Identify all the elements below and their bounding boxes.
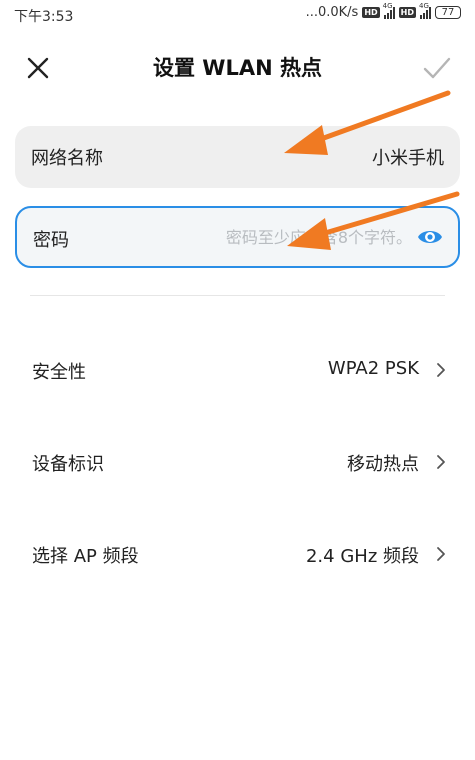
network-type: 4G — [382, 1, 393, 10]
password-input[interactable] — [127, 222, 412, 252]
device-id-row[interactable]: 设备标识 移动热点 — [0, 434, 475, 490]
status-indicators: ...0.0K/s HD 4G HD 4G 77 — [305, 2, 461, 20]
network-type-2: 4G — [419, 1, 429, 10]
hd-badge-2: HD — [398, 7, 416, 18]
status-bar: 下午3:53 ...0.0K/s HD 4G HD 4G 77 — [0, 0, 475, 30]
check-icon — [423, 57, 451, 79]
title-bar: 设置 WLAN 热点 — [0, 40, 475, 92]
chevron-right-icon — [437, 547, 445, 561]
signal-icon: 4G — [383, 2, 395, 19]
chevron-right-icon — [437, 455, 445, 469]
device-id-label: 设备标识 — [32, 454, 104, 475]
security-label: 安全性 — [32, 362, 86, 383]
page-title: 设置 WLAN 热点 — [153, 56, 322, 80]
confirm-button[interactable] — [421, 52, 453, 84]
ap-band-label: 选择 AP 频段 — [32, 546, 139, 567]
password-label: 密码 — [33, 230, 69, 251]
network-speed: ...0.0K/s — [305, 5, 359, 20]
eye-icon — [418, 231, 442, 243]
show-password-button[interactable] — [416, 225, 444, 249]
ap-band-row[interactable]: 选择 AP 频段 2.4 GHz 频段 — [0, 526, 475, 582]
network-name-value: 小米手机 — [372, 148, 444, 169]
chevron-right-icon — [437, 363, 445, 377]
security-row[interactable]: 安全性 WPA2 PSK — [0, 342, 475, 398]
network-name-label: 网络名称 — [31, 148, 103, 169]
signal-icon-2: 4G — [419, 2, 431, 19]
device-id-value: 移动热点 — [347, 454, 419, 475]
network-name-field[interactable]: 网络名称 小米手机 — [15, 126, 460, 188]
ap-band-value: 2.4 GHz 频段 — [305, 546, 419, 567]
status-time: 下午3:53 — [14, 9, 74, 25]
security-value: WPA2 PSK — [327, 358, 419, 379]
password-field[interactable]: 密码 — [15, 206, 460, 268]
divider — [30, 295, 445, 296]
battery-icon: 77 — [435, 6, 461, 19]
hd-badge: HD — [362, 7, 380, 18]
